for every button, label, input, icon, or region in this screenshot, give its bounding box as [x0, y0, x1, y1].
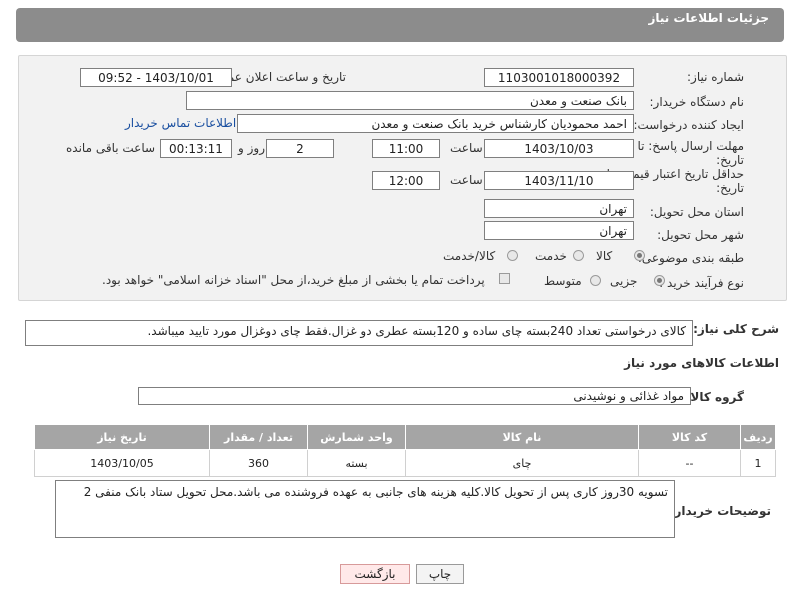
col-unit: واحد شمارش	[307, 424, 406, 450]
cell-date: 1403/10/05	[34, 449, 210, 477]
requester-field: احمد محمودیان کارشناس خرید بانک صنعت و م…	[237, 114, 634, 133]
payment-note: پرداخت تمام یا بخشی از مبلغ خرید،از محل …	[102, 273, 485, 287]
description-label: شرح کلی نیاز:	[693, 322, 779, 336]
need-number-field: 1103001018000392	[484, 68, 634, 87]
price-validity-date-field: 1403/11/10	[484, 171, 634, 190]
category-option-goods: کالا	[596, 249, 613, 263]
category-label: طبقه بندی موضوعی:	[637, 251, 744, 265]
announce-datetime-field: 1403/10/01 - 09:52	[80, 68, 232, 87]
price-validity-hour-label: ساعت	[450, 173, 483, 187]
buyer-org-field: بانک صنعت و معدن	[186, 91, 634, 110]
category-option-goods-service: کالا/خدمت	[443, 249, 496, 263]
process-radio-minor[interactable]	[654, 275, 665, 286]
deadline-hour-label: ساعت	[450, 141, 483, 155]
back-button[interactable]: بازگشت	[340, 564, 410, 584]
table-row: 1 -- چای بسته 360 1403/10/05	[34, 449, 776, 477]
category-radio-service[interactable]	[573, 250, 584, 261]
city-label: شهر محل تحویل:	[657, 228, 744, 242]
col-name: نام کالا	[405, 424, 639, 450]
process-label: نوع فرآیند خرید :	[659, 276, 744, 290]
goods-section-title: اطلاعات کالاهای مورد نیاز	[624, 356, 779, 370]
remaining-time-field: 00:13:11	[160, 139, 232, 158]
deadline-label: مهلت ارسال پاسخ: تا	[637, 139, 744, 153]
buyer-contact-link[interactable]: اطلاعات تماس خریدار	[125, 116, 236, 130]
buyer-notes-label: توضیحات خریدار:	[669, 504, 771, 518]
province-field: تهران	[484, 199, 634, 218]
category-radio-goods-service[interactable]	[507, 250, 518, 261]
province-label: استان محل تحویل:	[649, 205, 744, 219]
process-option-medium: متوسط	[544, 274, 582, 288]
city-field: تهران	[484, 221, 634, 240]
cell-qty: 360	[209, 449, 308, 477]
price-validity-label-date: تاریخ:	[716, 181, 744, 195]
buyer-org-label: نام دستگاه خریدار:	[649, 95, 745, 109]
print-button[interactable]: چاپ	[416, 564, 464, 584]
process-option-minor: جزیی	[610, 274, 638, 288]
category-radio-goods[interactable]	[634, 250, 645, 261]
process-radio-medium[interactable]	[590, 275, 601, 286]
goods-group-label: گروه کالا:	[685, 390, 744, 404]
page-title: جزئیات اطلاعات نیاز	[648, 11, 769, 25]
goods-group-field: مواد غذائی و نوشیدنی	[138, 387, 691, 405]
deadline-time-field: 11:00	[372, 139, 440, 158]
col-row: ردیف	[740, 424, 776, 450]
cell-unit: بسته	[307, 449, 406, 477]
price-validity-time-field: 12:00	[372, 171, 440, 190]
days-field: 2	[266, 139, 334, 158]
requester-label: ایجاد کننده درخواست:	[633, 118, 744, 132]
category-option-service: خدمت	[535, 249, 567, 263]
col-date: تاریخ نیاز	[34, 424, 210, 450]
goods-table: ردیف کد کالا نام کالا واحد شمارش تعداد /…	[34, 424, 776, 477]
deadline-date-field: 1403/10/03	[484, 139, 634, 158]
cell-code: --	[638, 449, 741, 477]
need-number-label: شماره نیاز:	[687, 70, 744, 84]
payment-checkbox[interactable]	[499, 273, 510, 284]
col-code: کد کالا	[638, 424, 741, 450]
cell-row: 1	[740, 449, 776, 477]
goods-table-header: ردیف کد کالا نام کالا واحد شمارش تعداد /…	[34, 424, 776, 450]
deadline-label-date: تاریخ:	[716, 153, 744, 167]
remaining-label: ساعت باقی مانده	[66, 141, 156, 155]
col-qty: تعداد / مقدار	[209, 424, 308, 450]
buyer-notes-field: تسویه 30روز کاری پس از تحویل کالا.کلیه ه…	[55, 480, 675, 538]
cell-name: چای	[405, 449, 639, 477]
description-field: کالای درخواستی تعداد 240بسته چای ساده و …	[25, 320, 693, 346]
days-label: روز و	[238, 141, 265, 155]
